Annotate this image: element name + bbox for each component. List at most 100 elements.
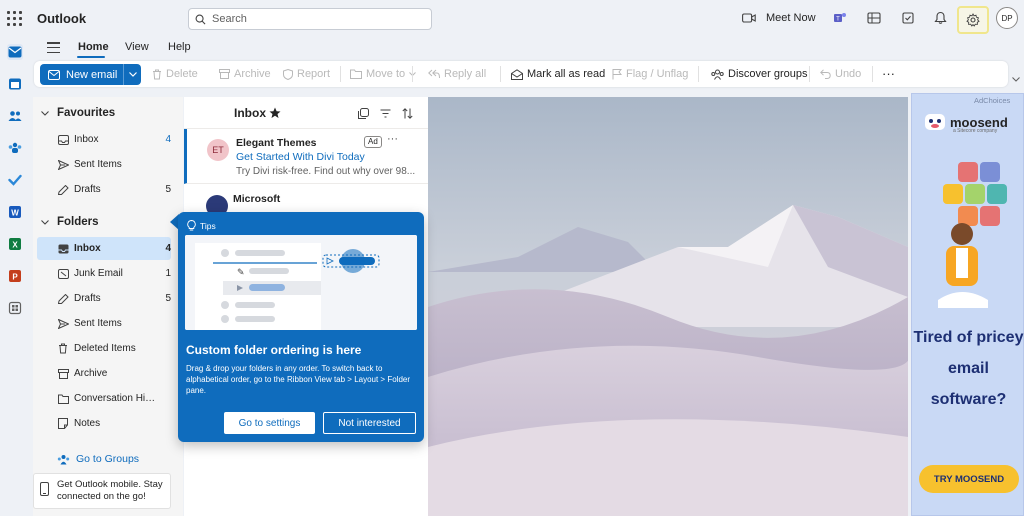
ad-pane[interactable]: AdChoices moosend a Sitecore company Tir…: [911, 93, 1024, 516]
toolbar-divider: [872, 66, 873, 82]
favourites-section-header[interactable]: Favourites: [41, 107, 115, 119]
bell-icon[interactable]: [932, 10, 948, 26]
settings-gear-button[interactable]: [957, 6, 989, 34]
excel-logo-icon[interactable]: [866, 10, 882, 26]
go-to-groups-label: Go to Groups: [76, 453, 140, 465]
go-to-groups-link[interactable]: Go to Groups: [57, 453, 139, 465]
star-icon[interactable]: [268, 106, 282, 120]
fav-item-sent[interactable]: Sent Items: [37, 153, 171, 176]
try-moosend-button[interactable]: TRY MOOSEND: [919, 465, 1019, 493]
move-to-button[interactable]: Move to: [350, 68, 416, 80]
folder-item-inbox[interactable]: Inbox 4: [37, 237, 171, 260]
folder-item-deleted[interactable]: Deleted Items: [37, 337, 171, 360]
folders-title: Folders: [57, 216, 99, 228]
meet-now-button[interactable]: Meet Now: [766, 12, 816, 24]
folder-item-archive[interactable]: Archive: [37, 362, 171, 385]
get-mobile-app-card[interactable]: Get Outlook mobile. Stay connected on th…: [33, 473, 171, 509]
filter-icon[interactable]: [378, 106, 392, 120]
send-icon: [57, 318, 69, 330]
more-options-icon[interactable]: ···: [387, 133, 398, 145]
inbox-icon: [57, 134, 69, 146]
folders-section-header[interactable]: Folders: [41, 216, 99, 228]
compose-icon: [48, 69, 60, 80]
tab-help[interactable]: Help: [168, 41, 191, 53]
sender-name: Elegant Themes: [236, 137, 317, 149]
app-launcher-icon[interactable]: [6, 10, 22, 26]
reading-pane-background: [428, 97, 908, 516]
tab-home[interactable]: Home: [78, 41, 109, 53]
folder-label: Conversation History: [74, 393, 157, 404]
folder-item-sent[interactable]: Sent Items: [37, 312, 171, 335]
flag-button[interactable]: Flag / Unflag: [612, 68, 688, 80]
new-email-button[interactable]: New email: [40, 64, 123, 85]
message-item[interactable]: ET Elegant Themes Ad ··· Get Started Wit…: [184, 129, 428, 184]
undo-button[interactable]: Undo: [820, 68, 861, 80]
report-button[interactable]: Report: [283, 68, 330, 80]
ad-headline: Tired of pricey email software?: [913, 329, 1024, 408]
folder-label: Inbox: [74, 243, 101, 254]
fav-item-drafts[interactable]: Drafts 5: [37, 178, 171, 201]
groups-app-icon[interactable]: [7, 140, 23, 156]
app-rail: W X P: [0, 36, 30, 516]
message-list-title: Inbox: [234, 106, 266, 120]
sender-name: Microsoft: [233, 193, 281, 205]
svg-text:T: T: [836, 17, 840, 23]
archive-label: Archive: [234, 68, 271, 80]
adchoices-label[interactable]: AdChoices: [974, 96, 1010, 105]
ribbon-expand-icon[interactable]: [1011, 74, 1021, 84]
tab-view[interactable]: View: [125, 41, 149, 53]
archive-button[interactable]: Archive: [219, 68, 271, 80]
select-mode-icon[interactable]: [356, 106, 370, 120]
user-avatar[interactable]: DP: [996, 7, 1018, 29]
sort-icon[interactable]: [400, 106, 414, 120]
groups-icon: [711, 69, 724, 80]
excel-app-icon[interactable]: X: [7, 236, 23, 252]
calendar-app-icon[interactable]: [7, 76, 23, 92]
folder-icon: [57, 393, 69, 405]
not-interested-button[interactable]: Not interested: [323, 412, 416, 434]
ad-badge: Ad: [364, 136, 382, 148]
sender-avatar: ET: [207, 139, 229, 161]
mark-all-read-button[interactable]: Mark all as read: [511, 68, 605, 80]
word-app-icon[interactable]: W: [7, 204, 23, 220]
powerpoint-app-icon[interactable]: P: [7, 268, 23, 284]
groups-icon: [57, 454, 70, 465]
trash-icon: [57, 343, 69, 355]
todo-app-icon[interactable]: [7, 172, 23, 188]
fav-item-inbox[interactable]: Inbox 4: [37, 128, 171, 151]
more-apps-icon[interactable]: [7, 300, 23, 316]
folder-label: Sent Items: [74, 159, 122, 170]
note-check-icon[interactable]: [900, 10, 916, 26]
envelope-open-icon: [511, 68, 523, 80]
hamburger-menu-icon[interactable]: [47, 42, 60, 53]
search-box[interactable]: [188, 8, 432, 30]
reply-all-label: Reply all: [444, 68, 487, 80]
undo-label: Undo: [835, 68, 862, 80]
undo-icon: [820, 69, 831, 79]
folder-label: Drafts: [74, 293, 101, 304]
go-to-settings-button[interactable]: Go to settings: [224, 412, 315, 434]
discover-groups-button[interactable]: Discover groups: [711, 68, 807, 80]
folder-item-notes[interactable]: Notes: [37, 412, 171, 435]
folder-label: Junk Email: [74, 268, 123, 279]
delete-button[interactable]: Delete: [152, 68, 198, 80]
chevron-down-icon: [128, 72, 137, 77]
top-bar: Outlook Meet Now T DP: [0, 0, 1024, 36]
folder-item-junk[interactable]: Junk Email 1: [37, 262, 171, 285]
tips-illustration: ✎: [185, 235, 417, 330]
more-options-button[interactable]: ···: [882, 66, 895, 81]
folder-item-drafts[interactable]: Drafts 5: [37, 287, 171, 310]
new-email-dropdown[interactable]: [123, 64, 141, 85]
pencil-icon: [57, 293, 69, 305]
video-camera-icon[interactable]: [741, 10, 757, 26]
search-input[interactable]: [212, 13, 412, 25]
folder-label: Notes: [74, 418, 101, 429]
folder-label: Deleted Items: [74, 343, 136, 354]
mail-app-icon[interactable]: [7, 44, 23, 60]
teams-icon[interactable]: T: [832, 10, 848, 26]
folder-item-conversation-history[interactable]: Conversation History: [37, 387, 171, 410]
people-app-icon[interactable]: [7, 108, 23, 124]
reply-all-button[interactable]: Reply all: [428, 68, 486, 80]
brand-tagline: a Sitecore company: [953, 128, 998, 134]
toolbar-divider: [698, 66, 699, 82]
